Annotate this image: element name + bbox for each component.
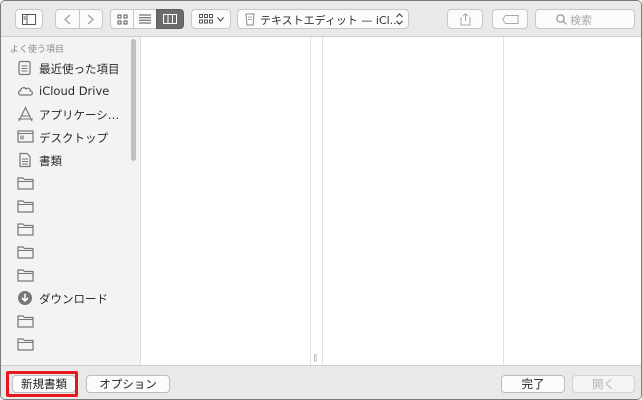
column-view-button[interactable] [156,9,184,29]
sidebar-item-desktop[interactable]: デスクトップ [17,128,135,148]
done-button[interactable]: 完了 [501,375,565,393]
sidebar-item-folder[interactable] [17,335,135,355]
grid-icon [117,14,127,24]
sidebar-header-favorites: よく使う項目 [10,45,65,55]
share-button[interactable] [447,9,483,29]
column-resize-handle[interactable]: || [313,353,318,362]
share-icon [460,12,470,25]
search-field[interactable]: 検索 [535,9,635,29]
sidebar-item-recents[interactable]: 最近使った項目 [17,59,135,79]
sidebar-item-folder[interactable] [17,266,135,286]
browser-column[interactable] [141,37,321,365]
highlight-box [6,371,78,397]
folder-icon [17,200,34,213]
sidebar-item-label: デスクトップ [39,131,108,145]
back-button[interactable] [56,14,79,25]
browser-column[interactable] [504,37,641,365]
sidebar-item-label: ダウンロード [39,292,108,306]
tag-button[interactable] [492,9,528,29]
folder-icon [17,177,34,190]
open-dialog-window: テキストエディット — iCl... 検索 よく使う項目 最近使った項目 iCl… [0,0,642,400]
sidebar-item-label: アプリケーシ… [39,108,120,122]
list-view-button[interactable] [133,9,157,29]
updown-chevron-icon [396,13,403,25]
columns-icon [163,14,177,24]
sidebar-icon [22,13,36,25]
group-by-button[interactable] [191,9,231,29]
forward-button[interactable] [79,14,102,25]
sidebar-item-folder[interactable] [17,197,135,217]
chevron-down-icon [216,16,224,22]
folder-icon [17,315,34,328]
open-button[interactable]: 開く [572,375,635,393]
sidebar: よく使う項目 最近使った項目 iCloud Drive アプリケーシ… デスクト… [1,37,141,365]
gallery-grid-icon [198,14,213,24]
sidebar-item-icloud-drive[interactable]: iCloud Drive [17,82,135,102]
sidebar-item-applications[interactable]: アプリケーシ… [17,105,135,125]
sidebar-item-downloads[interactable]: ダウンロード [17,289,135,309]
sidebar-toggle-button[interactable] [15,9,43,29]
sidebar-item-folder[interactable] [17,243,135,263]
sidebar-item-label: 最近使った項目 [39,62,120,76]
list-icon [139,14,151,24]
documents-icon [19,152,31,168]
sidebar-item-label: 書類 [39,154,62,168]
location-label: テキストエディット — iCl... [260,14,401,27]
column-divider [310,37,311,365]
options-button[interactable]: オプション [86,375,170,393]
browser-column[interactable] [323,37,503,365]
folder-icon [17,223,34,236]
sidebar-item-folder[interactable] [17,220,135,240]
folder-icon [17,338,34,351]
icon-view-button[interactable] [110,9,134,29]
applications-icon [18,106,33,122]
chevron-right-icon [87,14,94,24]
cloud-icon [18,87,33,96]
search-placeholder: 検索 [570,14,592,27]
sidebar-item-folder[interactable] [17,174,135,194]
location-popup[interactable]: テキストエディット — iCl... [237,9,409,29]
bottom-bar: 新規書類 オプション 完了 開く [1,365,641,399]
sidebar-item-documents[interactable]: 書類 [17,151,135,171]
chevron-left-icon [64,14,71,24]
sidebar-item-label: iCloud Drive [39,84,110,98]
recents-icon [18,60,31,76]
search-icon [556,14,567,25]
back-forward-buttons [55,9,103,29]
downloads-icon [18,291,32,305]
sidebar-scrollbar[interactable] [131,39,136,161]
desktop-icon [17,130,34,143]
folder-icon [17,246,34,259]
tag-icon [501,14,518,24]
sidebar-item-folder[interactable] [17,312,135,332]
textedit-app-icon [245,13,255,26]
toolbar: テキストエディット — iCl... 検索 [1,1,641,37]
folder-icon [17,269,34,282]
